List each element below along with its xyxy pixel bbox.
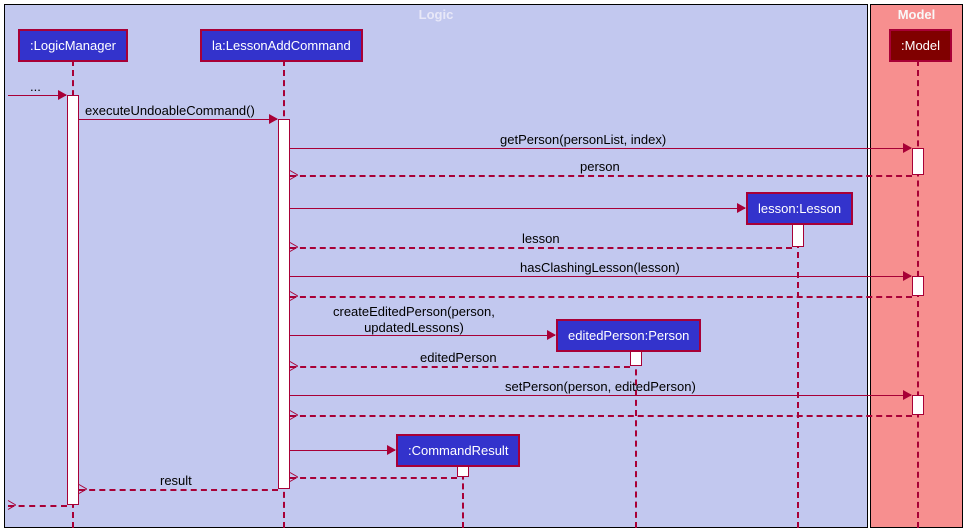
arrowhead-getperson: [903, 143, 912, 153]
label-editedreturn: editedPerson: [420, 350, 497, 365]
label-execute: executeUndoableCommand(): [85, 103, 255, 118]
arrowhead-execute: [269, 114, 278, 124]
arrow-getperson: [290, 148, 911, 149]
arrowhead-setperson: [903, 390, 912, 400]
label-result: result: [160, 473, 192, 488]
arrow-cmdresult-create: [290, 450, 395, 451]
label-personreturn: person: [580, 159, 620, 174]
label-lessonreturn: lesson: [522, 231, 560, 246]
lifeline-lesson: [797, 222, 799, 528]
arrow-hasclashing-return: [290, 296, 912, 298]
activation-lessonaddcommand: [278, 119, 290, 489]
activation-logicmanager: [67, 95, 79, 505]
arrow-hasclashing: [290, 276, 911, 277]
arrowhead-outgoing: [8, 500, 17, 510]
arrow-setperson-return: [290, 415, 912, 417]
arrowhead-editedreturn: [290, 361, 299, 371]
arrowhead-personreturn: [290, 170, 299, 180]
participant-editedperson: editedPerson:Person: [556, 319, 701, 352]
arrow-lessonreturn: [290, 247, 792, 249]
arrow-result: [79, 489, 278, 491]
arrowhead-lessonreturn: [290, 242, 299, 252]
label-createedited: createEditedPerson(person,updatedLessons…: [333, 304, 495, 335]
arrowhead-createedited: [547, 330, 556, 340]
arrowhead-cmdresult-return: [290, 472, 299, 482]
arrow-editedreturn: [290, 366, 630, 368]
activation-model-2: [912, 276, 924, 296]
participant-commandresult: :CommandResult: [396, 434, 520, 467]
arrow-cmdresult-return: [290, 477, 457, 479]
label-setperson: setPerson(person, editedPerson): [505, 379, 696, 394]
arrowhead-lesson-create: [737, 203, 746, 213]
arrow-personreturn: [290, 175, 912, 177]
arrowhead-hasclashing: [903, 271, 912, 281]
participant-logicmanager: :LogicManager: [18, 29, 128, 62]
arrowhead-result: [79, 484, 88, 494]
arrowhead-hasclashing-return: [290, 291, 299, 301]
frame-model-label: Model: [898, 5, 936, 24]
label-hasclashing: hasClashingLesson(lesson): [520, 260, 680, 275]
activation-model-3: [912, 395, 924, 415]
arrowhead-setperson-return: [290, 410, 299, 420]
participant-lessonaddcommand: la:LessonAddCommand: [200, 29, 363, 62]
frame-logic-label: Logic: [419, 5, 454, 24]
activation-lesson: [792, 222, 804, 247]
participant-model: :Model: [889, 29, 952, 62]
lifeline-editedperson: [635, 349, 637, 528]
participant-lesson: lesson:Lesson: [746, 192, 853, 225]
arrow-execute: [79, 119, 277, 120]
arrow-setperson: [290, 395, 911, 396]
activation-model-1: [912, 148, 924, 175]
arrowhead-incoming: [58, 90, 67, 100]
label-incoming: ...: [30, 79, 41, 94]
arrow-lesson-create: [290, 208, 745, 209]
arrowhead-cmdresult-create: [387, 445, 396, 455]
label-getperson: getPerson(personList, index): [500, 132, 666, 147]
